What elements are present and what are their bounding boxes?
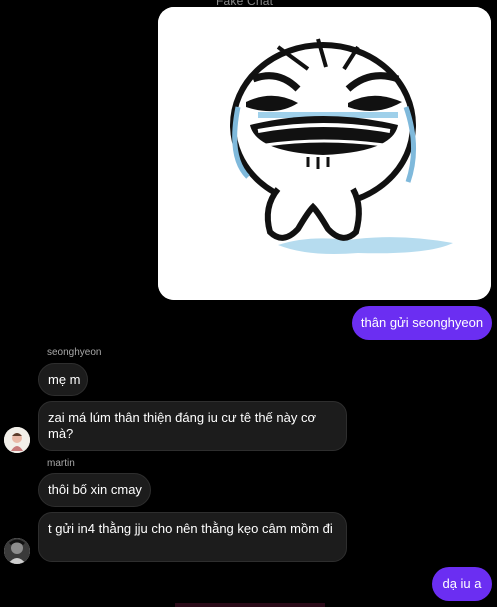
bottom-indicator xyxy=(175,603,325,607)
sender-name: martin xyxy=(47,458,75,469)
martin-avatar[interactable] xyxy=(4,538,30,564)
incoming-message[interactable]: thôi bố xin cmay xyxy=(38,473,151,507)
seonghyeon-avatar[interactable] xyxy=(4,427,30,453)
outgoing-message[interactable]: thân gửi seonghyeon xyxy=(352,306,492,340)
sender-name: seonghyeon xyxy=(47,347,102,358)
avatar-image xyxy=(4,538,30,564)
avatar-image xyxy=(4,427,30,453)
incoming-message[interactable]: t gửi in4 thằng jju cho nên thằng kẹo câ… xyxy=(38,512,347,562)
crying-face-illustration xyxy=(158,7,491,300)
outgoing-message[interactable]: dạ iu a xyxy=(432,567,492,601)
incoming-message[interactable]: zai má lúm thân thiện đáng iu cư tê thế … xyxy=(38,401,347,451)
sticker-image[interactable] xyxy=(158,7,491,300)
incoming-message[interactable]: mẹ m xyxy=(38,363,88,396)
